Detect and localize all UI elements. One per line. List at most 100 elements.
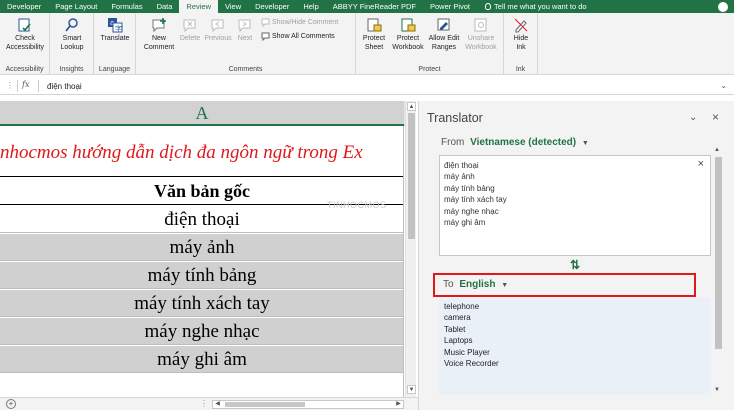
unshare-workbook-icon xyxy=(474,18,487,32)
source-text-box[interactable]: điện thoại máy ảnh máy tính bảng máy tín… xyxy=(439,155,711,256)
add-sheet-icon[interactable]: + xyxy=(6,399,16,409)
more-options-icon[interactable]: ⋮ xyxy=(6,81,14,90)
table-row[interactable]: máy ghi âm xyxy=(0,346,404,373)
show-hide-comment-label: Show/Hide Comment xyxy=(272,19,339,26)
allow-edit-ranges-icon xyxy=(437,18,450,31)
formula-input[interactable]: điện thoại xyxy=(47,82,82,91)
scroll-down-icon[interactable]: ▼ xyxy=(714,387,720,393)
show-all-comments-button[interactable]: Show All Comments xyxy=(261,32,335,41)
scroll-thumb[interactable] xyxy=(715,157,722,349)
search-icon xyxy=(65,18,78,32)
ribbon-tab-bar: Developer Page Layout Formulas Data Review Vi… xyxy=(0,0,734,13)
tab-developer[interactable]: Developer xyxy=(0,0,48,13)
protect-workbook-button[interactable]: Protect Workbook xyxy=(390,17,426,52)
scroll-thumb[interactable] xyxy=(408,113,415,239)
sheet-vertical-scrollbar[interactable]: ▲ ▼ xyxy=(405,101,416,397)
more-options-icon[interactable]: ⋮ xyxy=(200,399,208,408)
group-label-comments: Comments xyxy=(228,66,263,73)
check-accessibility-button[interactable]: Check Accessibility xyxy=(4,17,46,52)
translated-text-box[interactable]: telephone camera Tablet Laptops Music Pl… xyxy=(439,298,711,395)
table-row[interactable]: máy ảnh xyxy=(0,234,404,261)
scroll-down-icon[interactable]: ▼ xyxy=(407,385,416,394)
title-text: nhocmos hướng dẫn dịch đa ngôn ngữ trong… xyxy=(0,142,363,163)
to-language-selector[interactable]: To English ▼ xyxy=(433,273,696,297)
column-header-bar: A xyxy=(0,101,405,126)
hide-ink-button[interactable]: Hide Ink xyxy=(508,17,534,52)
group-comments: New Comment Delete Previous Next Show/Hi… xyxy=(136,13,356,75)
unshare-workbook-label: Unshare Workbook xyxy=(465,35,497,51)
tab-review[interactable]: Review xyxy=(179,0,219,13)
chevron-down-icon[interactable]: ⌄ xyxy=(720,81,727,90)
tab-view[interactable]: View xyxy=(218,0,248,13)
smart-lookup-button[interactable]: Smart Lookup xyxy=(54,17,90,52)
chevron-down-icon[interactable]: ⌄ xyxy=(689,112,697,123)
group-ink: Hide Ink Ink xyxy=(504,13,538,75)
group-insights: Smart Lookup Insights xyxy=(50,13,94,75)
previous-comment-button[interactable]: Previous xyxy=(203,17,233,44)
show-all-comments-icon xyxy=(261,32,270,41)
tab-abbyy-finereader-pdf[interactable]: ABBYY FineReader PDF xyxy=(326,0,423,13)
swap-languages-icon[interactable]: ⇅ xyxy=(570,258,580,272)
check-accessibility-label: Check Accessibility xyxy=(5,35,45,51)
table-row[interactable]: máy nghe nhạc xyxy=(0,318,404,345)
tab-power-pivot[interactable]: Power Pivot xyxy=(423,0,477,13)
to-language: English xyxy=(459,279,496,290)
translate-label: Translate xyxy=(100,35,130,42)
user-avatar-icon[interactable] xyxy=(718,1,728,12)
tell-me-text: Tell me what you want to do xyxy=(494,2,587,11)
new-comment-button[interactable]: New Comment xyxy=(139,17,179,52)
tell-me-box[interactable]: Tell me what you want to do xyxy=(477,2,587,11)
next-comment-button[interactable]: Next xyxy=(234,17,256,44)
translate-button[interactable]: a字 Translate xyxy=(97,17,133,44)
scroll-left-icon[interactable]: ◀ xyxy=(213,401,222,408)
translator-pane: Translator ⌄ × From Vietnamese (detected… xyxy=(418,101,734,410)
gridline xyxy=(403,126,404,397)
accessibility-icon xyxy=(18,18,31,32)
tab-help[interactable]: Help xyxy=(296,0,325,13)
delete-comment-icon xyxy=(183,19,196,33)
insert-function-button[interactable]: fx xyxy=(22,80,29,89)
group-protect: Protect Sheet Protect Workbook Allow Edi… xyxy=(356,13,504,75)
svg-text:字: 字 xyxy=(115,24,122,33)
delete-comment-label: Delete xyxy=(179,35,201,42)
allow-edit-ranges-label: Allow Edit Ranges xyxy=(428,35,460,51)
column-header-a[interactable]: A xyxy=(0,101,404,126)
worksheet[interactable]: A nhocmos hướng dẫn dịch đa ngôn ngữ tro… xyxy=(0,101,405,397)
caret-down-icon: ▼ xyxy=(501,282,509,289)
caret-down-icon: ▼ xyxy=(581,140,589,147)
lightbulb-icon xyxy=(485,3,492,10)
table-row[interactable]: điện thoại xyxy=(0,206,404,233)
tab-developer[interactable]: Developer xyxy=(248,0,296,13)
unshare-workbook-button[interactable]: Unshare Workbook xyxy=(462,17,500,52)
title-cell[interactable]: nhocmos hướng dẫn dịch đa ngôn ngữ trong… xyxy=(0,128,404,177)
protect-sheet-icon xyxy=(367,18,382,32)
close-icon[interactable]: × xyxy=(712,110,719,124)
from-language: Vietnamese (detected) xyxy=(470,137,577,148)
protect-sheet-button[interactable]: Protect Sheet xyxy=(359,17,389,52)
allow-edit-ranges-button[interactable]: Allow Edit Ranges xyxy=(426,17,462,52)
new-comment-label: New Comment xyxy=(143,35,175,51)
delete-comment-button[interactable]: Delete xyxy=(178,17,202,44)
from-label: From xyxy=(441,137,465,148)
show-all-comments-label: Show All Comments xyxy=(272,33,335,40)
protect-sheet-label: Protect Sheet xyxy=(362,35,386,51)
tab-data[interactable]: Data xyxy=(150,0,180,13)
group-label-ink: Ink xyxy=(515,66,526,73)
pane-vertical-scrollbar[interactable]: ▲ ▼ xyxy=(713,147,723,405)
scroll-up-icon[interactable]: ▲ xyxy=(407,102,416,111)
table-row[interactable]: máy tính xách tay xyxy=(0,290,404,317)
scroll-up-icon[interactable]: ▲ xyxy=(714,147,720,153)
group-label-accessibility: Accessibility xyxy=(5,66,44,73)
tab-formulas[interactable]: Formulas xyxy=(104,0,149,13)
sheet-horizontal-scrollbar[interactable]: ◀ ▶ xyxy=(212,400,404,409)
tab-page-layout[interactable]: Page Layout xyxy=(48,0,104,13)
table-row[interactable]: máy tính bảng xyxy=(0,262,404,289)
show-hide-comment-button[interactable]: Show/Hide Comment xyxy=(261,18,338,27)
translate-icon: a字 xyxy=(108,18,123,33)
divider xyxy=(38,80,39,92)
scroll-right-icon[interactable]: ▶ xyxy=(394,401,403,408)
scroll-thumb[interactable] xyxy=(225,402,305,407)
from-language-selector[interactable]: From Vietnamese (detected) ▼ xyxy=(441,137,589,148)
protect-workbook-label: Protect Workbook xyxy=(392,35,424,51)
clear-icon[interactable]: × xyxy=(698,158,704,170)
